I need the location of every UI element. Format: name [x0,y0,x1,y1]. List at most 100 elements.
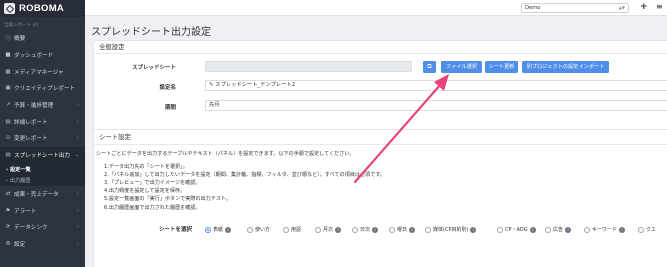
sidebar-item-label: ダッシュボード [14,53,54,60]
sheet-option[interactable]: 使い方 [247,226,270,233]
sheet-option[interactable]: クエ [638,226,656,233]
sidebar-item-label: 設定 [14,241,26,248]
spreadsheet-icon: ▤ [5,152,11,159]
period-field[interactable]: 先月 [205,100,667,111]
sidebar-item-label: 変更レポート [14,136,48,143]
dashboard-icon: ■ [5,52,11,59]
sheet-option[interactable]: 表紙 i [205,226,232,233]
setting-name-label: 設定名 [159,85,176,91]
grid-icon: ▦ [5,68,11,75]
trend-icon: ↗ [5,102,11,109]
main-content: スプレッドシート出力設定 全般設定 スプレッドシート ⧉ ファイル選択 シート更… [85,16,667,267]
sidebar: ROBOMA 全般レポート (ε) ⓘ 概要 ■ ダッシュボード ▦ メディアマ… [0,0,85,267]
sheet-option-label: 使い方 [255,227,271,233]
sidebar-item-media-manager[interactable]: ▦ メディアマネージャ [0,63,85,80]
sheet-option-label: 月次 [323,227,334,233]
sidebar-item-alert[interactable]: ⚑ アラート › [0,202,85,219]
sidebar-item-data-sync[interactable]: ⟳ データシンク › [0,219,85,236]
chevron-right-icon: › [77,118,79,125]
info-badge-icon: i [372,226,379,233]
sidebar-item-label: メディアマネージャ [14,69,64,76]
workspace-select-value: Demo [525,5,541,11]
radio-icon [283,226,289,233]
step-6: 6.出力履歴画面で出力された履歴を確認。 [104,205,201,211]
sheet-option-label: 用語 [291,227,302,233]
top-bar: Demo ▲▼ + ≡ [85,0,667,16]
radio-icon [389,226,395,233]
chevron-right-icon: › [77,135,79,142]
sheet-option-label: キーワード [592,227,618,233]
general-settings-title: 全般設定 [94,41,667,54]
sheet-option[interactable]: 曜日 i [389,226,416,233]
gear-icon: ⚙ [5,240,11,247]
sheet-option-label: 媒体(CP目的別) [433,227,469,233]
sidebar-item-budget[interactable]: ↗ 予算・進捗管理 › [0,97,85,114]
chevron-right-icon: › [77,190,79,197]
sheet-option[interactable]: 月次 i [315,226,342,233]
sidebar-item-change-report[interactable]: ⊙ 変更レポート › [0,130,85,147]
step-4: 4.出力頻度を設定して設定を保存。 [104,188,186,194]
chevron-right-icon: › [77,224,79,231]
sidebar-subitem-output-history[interactable]: › 出力履歴 [0,175,85,186]
open-external-button[interactable]: ⧉ [423,61,436,73]
sheet-option-label: クエ [646,227,657,233]
change-icon: ⊙ [5,135,11,142]
sheet-update-button[interactable]: シート更新 [485,61,518,73]
info-badge-icon: i [529,226,536,233]
info-badge-icon: i [225,226,232,233]
sheet-option[interactable]: 広告 i [545,226,572,233]
setting-name-value: スプレッドシート_テンプレート2 [215,82,296,88]
sidebar-item-label: アラート [14,208,37,215]
sidebar-item-label: 成果・売上データ [14,191,59,198]
sidebar-subitem-settings-list[interactable]: › 設定一覧 [0,164,85,175]
sheet-option[interactable]: 日次 i [352,226,379,233]
sync-icon: ⟳ [5,224,11,231]
sheet-option[interactable]: キーワード i [584,226,626,233]
radio-icon [497,226,503,233]
page-title: スプレッドシート出力設定 [91,27,211,38]
sidebar-item-spreadsheet-output[interactable]: ▤ スプレッドシート出力 ⌄ [0,146,85,164]
logo-icon [4,3,15,14]
caret-updown-icon: ▲▼ [618,5,625,10]
logo-text: ROBOMA [19,3,65,14]
table-icon: ▤ [5,118,11,125]
info-badge-icon: i [565,226,572,233]
sidebar-item-settings[interactable]: ⚙ 設定 › [0,236,85,253]
sidebar-item-creative-report[interactable]: ▣ クリエイティブレポート [0,80,85,97]
workspace-select[interactable]: Demo ▲▼ [521,3,629,13]
sheet-option[interactable]: CP・ADG i [497,226,536,233]
sheet-settings-panel: シート設定 シートごとにデータを出力するテーブルやテキスト（パネル）を設定できま… [93,129,667,267]
import-settings-button[interactable]: 別プロジェクトの設定インポート [522,61,609,73]
info-icon: ⓘ [5,36,11,43]
sidebar-item-label: データシンク [14,225,48,232]
sheet-settings-title: シート設定 [94,130,667,145]
logo[interactable]: ROBOMA [0,0,85,17]
step-5: 5.設定一覧画面の「実行」ボタンで実際の出力テスト。 [104,196,232,202]
sidebar-item-label: クリエイティブレポート [14,86,76,93]
step-2: 2.「パネル追加」して出力したいデータを設定（期間、集計軸、指標、フィルタ、並び… [104,172,385,178]
info-badge-icon: i [335,226,342,233]
setting-name-field[interactable]: ✎ スプレッドシート_テンプレート2 [205,80,667,91]
period-label: 期間 [164,105,176,111]
sidebar-item-dashboard[interactable]: ■ ダッシュボード [0,47,85,64]
sheet-option-label: 曜日 [397,227,408,233]
radio-icon [425,226,431,233]
file-select-button[interactable]: ファイル選択 [441,61,482,73]
sidebar-item-sales-data[interactable]: ⇄ 成果・売上データ › [0,186,85,203]
menu-icon[interactable]: ≡ [656,2,663,11]
radio-icon [352,226,358,233]
pencil-icon: ✎ [209,82,214,88]
radio-icon [247,226,253,233]
sidebar-item-detail-report[interactable]: ▤ 詳細レポート › [0,113,85,130]
sheet-option[interactable]: 用語 [283,226,301,233]
workspace-subtitle: 全般レポート (ε) [4,23,39,28]
sheet-option-label: 広告 [553,227,564,233]
radio-icon [315,226,321,233]
sheet-option[interactable]: 媒体(CP目的別) i [425,226,477,233]
sidebar-item-overview[interactable]: ⓘ 概要 [0,30,85,47]
radio-icon [545,226,551,233]
chevron-right-icon: › [77,102,79,109]
transfer-icon: ⇄ [5,190,11,197]
add-icon[interactable]: + [640,2,648,12]
sheet-option-label: CP・ADG [505,227,528,233]
